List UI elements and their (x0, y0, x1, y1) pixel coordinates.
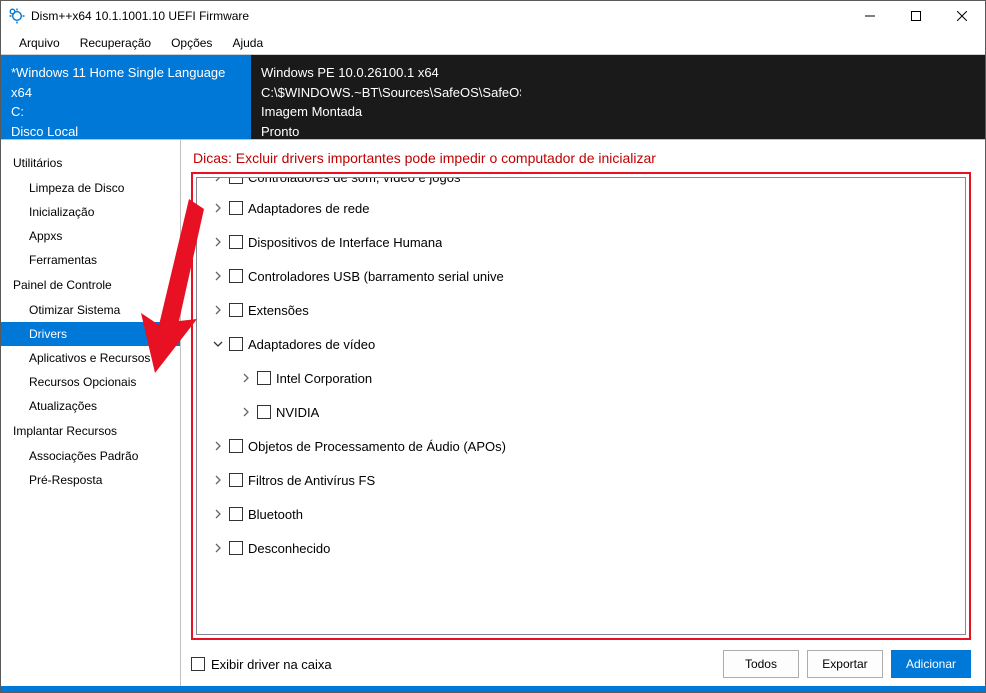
tree-label: Bluetooth (248, 507, 303, 522)
tree-checkbox[interactable] (257, 371, 271, 385)
close-button[interactable] (939, 1, 985, 31)
tree-checkbox[interactable] (229, 439, 243, 453)
app-window: Dism++x64 10.1.1001.10 UEFI Firmware Arq… (0, 0, 986, 693)
os-panel-inactive[interactable]: Windows PE 10.0.26100.1 x64 C:\$WINDOWS.… (251, 55, 985, 139)
content-pane: Dicas: Excluir drivers importantes pode … (181, 140, 985, 686)
body: UtilitáriosLimpeza de DiscoInicialização… (1, 139, 985, 686)
sidebar-item[interactable]: Pré-Resposta (1, 468, 180, 492)
os-active-line: *Windows 11 Home Single Language x64 (11, 63, 241, 102)
menu-item[interactable]: Ajuda (222, 33, 273, 53)
sidebar-item[interactable]: Appxs (1, 224, 180, 248)
sidebar: UtilitáriosLimpeza de DiscoInicialização… (1, 140, 181, 686)
chevron-right-icon[interactable] (210, 200, 226, 216)
tree-row[interactable]: Objetos de Processamento de Áudio (APOs) (199, 432, 963, 460)
tree-label: Extensões (248, 303, 309, 318)
sidebar-item[interactable]: Limpeza de Disco (1, 176, 180, 200)
tree-checkbox[interactable] (229, 269, 243, 283)
tree-label: Filtros de Antivírus FS (248, 473, 375, 488)
chevron-right-icon[interactable] (210, 302, 226, 318)
export-button[interactable]: Exportar (807, 650, 883, 678)
all-button[interactable]: Todos (723, 650, 799, 678)
tree-checkbox[interactable] (229, 178, 243, 184)
tree-label: NVIDIA (276, 405, 319, 420)
sidebar-item[interactable]: Drivers (1, 322, 180, 346)
minimize-button[interactable] (847, 1, 893, 31)
tree-checkbox[interactable] (229, 201, 243, 215)
tree-row[interactable]: Bluetooth (199, 500, 963, 528)
tree-checkbox[interactable] (229, 541, 243, 555)
window-controls (847, 1, 985, 31)
titlebar: Dism++x64 10.1.1001.10 UEFI Firmware (1, 1, 985, 31)
tree-row[interactable]: NVIDIA (199, 398, 963, 426)
chevron-right-icon[interactable] (210, 234, 226, 250)
add-button[interactable]: Adicionar (891, 650, 971, 678)
menu-item[interactable]: Opções (161, 33, 222, 53)
tree-checkbox[interactable] (257, 405, 271, 419)
tree-row[interactable]: Adaptadores de vídeo (199, 330, 963, 358)
tree-checkbox[interactable] (229, 303, 243, 317)
show-in-box-label: Exibir driver na caixa (211, 657, 332, 672)
chevron-right-icon[interactable] (210, 268, 226, 284)
tree-row[interactable]: Dispositivos de Interface Humana (199, 228, 963, 256)
tree-label: Adaptadores de vídeo (248, 337, 375, 352)
window-title: Dism++x64 10.1.1001.10 UEFI Firmware (31, 9, 847, 23)
tree-label: Controladores de som, vídeo e jogos (248, 178, 460, 185)
os-inactive-line: Windows PE 10.0.26100.1 x64 (261, 63, 975, 83)
sidebar-item[interactable]: Ferramentas (1, 248, 180, 272)
chevron-down-icon[interactable] (210, 336, 226, 352)
sidebar-item[interactable]: Aplicativos e Recursos (1, 346, 180, 370)
chevron-right-icon[interactable] (210, 178, 226, 185)
sidebar-item[interactable]: Recursos Opcionais (1, 370, 180, 394)
os-panel-active[interactable]: *Windows 11 Home Single Language x64 C: … (1, 55, 251, 139)
tree-checkbox[interactable] (229, 337, 243, 351)
tree-checkbox[interactable] (229, 235, 243, 249)
tree-label: Objetos de Processamento de Áudio (APOs) (248, 439, 506, 454)
sidebar-group-header: Painel de Controle (1, 272, 180, 298)
sidebar-item[interactable]: Atualizações (1, 394, 180, 418)
tree-label: Desconhecido (248, 541, 330, 556)
chevron-right-icon[interactable] (210, 472, 226, 488)
tree-label: Controladores USB (barramento serial uni… (248, 269, 504, 284)
tree-row[interactable]: Adaptadores de rede (199, 194, 963, 222)
tree-label: Dispositivos de Interface Humana (248, 235, 442, 250)
os-inactive-line: Imagem Montada (261, 102, 975, 122)
tree-checkbox[interactable] (229, 473, 243, 487)
menubar: ArquivoRecuperaçãoOpçõesAjuda (1, 31, 985, 55)
tip-text: Dicas: Excluir drivers importantes pode … (191, 150, 971, 166)
footer-row: Exibir driver na caixa Todos Exportar Ad… (191, 640, 971, 678)
tree-label: Intel Corporation (276, 371, 372, 386)
tree-row[interactable]: Extensões (199, 296, 963, 324)
menu-item[interactable]: Arquivo (9, 33, 70, 53)
sidebar-group-header: Implantar Recursos (1, 418, 180, 444)
chevron-right-icon[interactable] (210, 506, 226, 522)
sidebar-item[interactable]: Associações Padrão (1, 444, 180, 468)
show-in-box-option[interactable]: Exibir driver na caixa (191, 657, 715, 672)
tree-row[interactable]: Controladores de som, vídeo e jogos (199, 178, 963, 188)
chevron-right-icon[interactable] (210, 438, 226, 454)
app-icon (9, 8, 25, 24)
statusbar (1, 686, 985, 692)
os-active-line: C: (11, 102, 241, 122)
tree-label: Adaptadores de rede (248, 201, 369, 216)
tree-checkbox[interactable] (229, 507, 243, 521)
sidebar-item[interactable]: Inicialização (1, 200, 180, 224)
chevron-right-icon[interactable] (238, 404, 254, 420)
driver-tree: Controladores de som, vídeo e jogos Adapt… (196, 177, 966, 635)
chevron-right-icon[interactable] (210, 540, 226, 556)
chevron-right-icon[interactable] (238, 370, 254, 386)
tree-highlight-frame: Controladores de som, vídeo e jogos Adapt… (191, 172, 971, 640)
os-panels: *Windows 11 Home Single Language x64 C: … (1, 55, 985, 139)
show-in-box-checkbox[interactable] (191, 657, 205, 671)
menu-item[interactable]: Recuperação (70, 33, 161, 53)
tree-row[interactable]: Intel Corporation (199, 364, 963, 392)
tree-row[interactable]: Filtros de Antivírus FS (199, 466, 963, 494)
sidebar-item[interactable]: Otimizar Sistema (1, 298, 180, 322)
maximize-button[interactable] (893, 1, 939, 31)
tree-row[interactable]: Desconhecido (199, 534, 963, 562)
tree-row[interactable]: Controladores USB (barramento serial uni… (199, 262, 963, 290)
os-inactive-line: C:\$WINDOWS.~BT\Sources\SafeOS\SafeOS.Mo… (261, 83, 521, 103)
driver-tree-scroll[interactable]: Controladores de som, vídeo e jogos Adapt… (197, 178, 965, 634)
sidebar-group-header: Utilitários (1, 150, 180, 176)
